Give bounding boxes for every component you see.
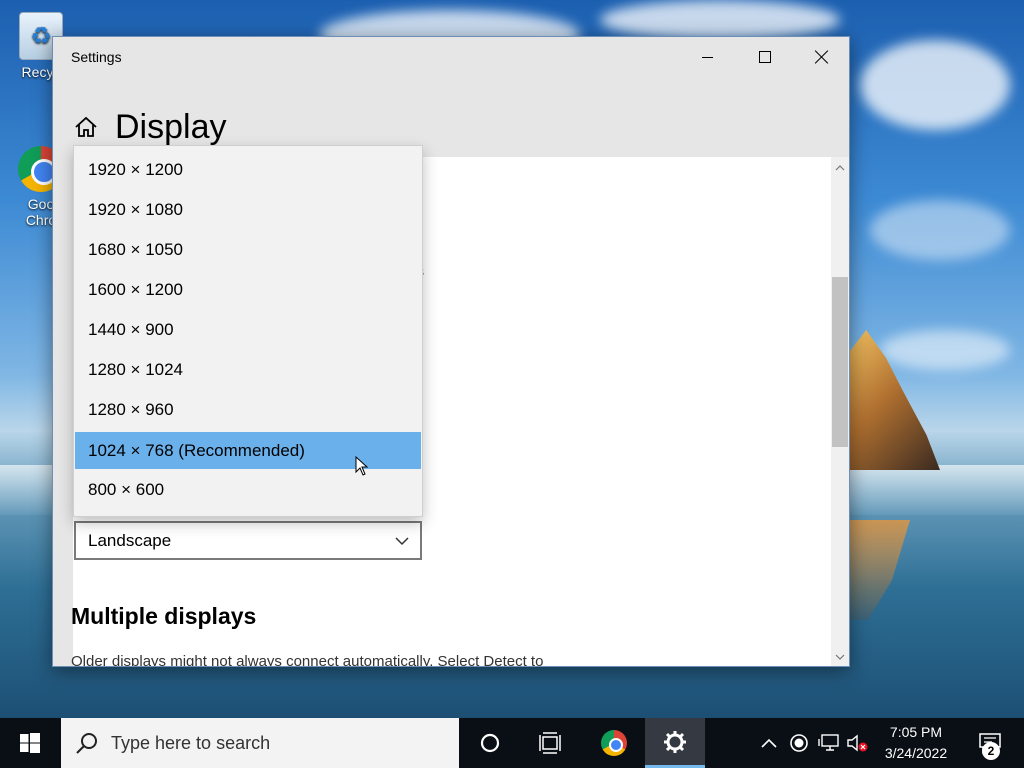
- network-button[interactable]: [818, 732, 840, 754]
- orientation-value: Landscape: [88, 530, 172, 550]
- show-hidden-icons-button[interactable]: [758, 732, 780, 754]
- notification-count-badge: 2: [982, 742, 1000, 760]
- tray-record-button[interactable]: [788, 732, 810, 754]
- chevron-up-icon: [761, 738, 777, 748]
- cloud: [600, 0, 840, 40]
- resolution-option[interactable]: 1440 × 900: [75, 311, 421, 348]
- scroll-down-button[interactable]: [831, 648, 849, 666]
- cloud: [870, 200, 1010, 260]
- network-icon: [818, 734, 839, 751]
- cortana-circle-icon: [480, 733, 500, 753]
- chevron-down-icon: [835, 654, 845, 660]
- mouse-cursor-icon: [355, 456, 369, 476]
- page-title: Display: [115, 107, 227, 146]
- window-title: Settings: [71, 49, 122, 65]
- chrome-icon: [601, 730, 627, 756]
- search-input[interactable]: [111, 732, 441, 754]
- task-view-button[interactable]: [520, 718, 580, 768]
- search-icon: [76, 733, 97, 754]
- gear-icon: [664, 730, 686, 753]
- multiple-displays-description: Older displays might not always connect …: [71, 653, 544, 667]
- chevron-up-icon: [835, 165, 845, 171]
- scrollbar-thumb[interactable]: [832, 277, 848, 447]
- windows-logo-icon: [20, 733, 40, 753]
- resolution-option[interactable]: 1280 × 960: [75, 391, 421, 428]
- display-orientation-dropdown[interactable]: Landscape: [74, 521, 422, 560]
- taskbar-clock[interactable]: 7:05 PM 3/24/2022: [872, 722, 960, 764]
- home-icon[interactable]: [73, 114, 99, 140]
- resolution-option[interactable]: 1920 × 1200: [75, 151, 421, 188]
- minimize-button[interactable]: [679, 37, 736, 77]
- page-header: Display: [73, 107, 226, 147]
- volume-button[interactable]: [846, 732, 868, 754]
- vertical-scrollbar[interactable]: [831, 157, 849, 666]
- minimize-icon: [702, 56, 713, 58]
- settings-window: Settings Display s Landscape Multiple di…: [52, 36, 850, 667]
- resolution-option[interactable]: 800 × 600: [75, 471, 421, 508]
- cloud: [860, 40, 1010, 130]
- scroll-up-button[interactable]: [831, 159, 849, 177]
- taskbar-settings-button[interactable]: [645, 718, 705, 768]
- maximize-icon: [758, 51, 771, 63]
- taskbar-chrome-button[interactable]: [584, 718, 644, 768]
- resolution-option[interactable]: 1680 × 1050: [75, 231, 421, 268]
- resolution-option[interactable]: 1920 × 1080: [75, 191, 421, 228]
- volume-muted-icon: [847, 734, 868, 752]
- resolution-option-selected[interactable]: 1024 × 768 (Recommended): [75, 432, 421, 469]
- resolution-option[interactable]: 1280 × 1024: [75, 351, 421, 388]
- clock-date: 3/24/2022: [884, 745, 948, 761]
- chevron-down-icon: [395, 537, 409, 546]
- record-icon: [790, 734, 808, 752]
- resolution-option[interactable]: 1600 × 1200: [75, 271, 421, 308]
- window-titlebar[interactable]: Settings: [53, 37, 849, 77]
- maximize-button[interactable]: [736, 37, 793, 77]
- taskbar: 7:05 PM 3/24/2022 2: [0, 718, 1024, 768]
- start-button[interactable]: [0, 718, 60, 768]
- sea-rock-reflection: [850, 520, 910, 620]
- clock-time: 7:05 PM: [889, 724, 943, 740]
- section-heading-multiple-displays: Multiple displays: [71, 603, 257, 629]
- cortana-button[interactable]: [460, 718, 520, 768]
- close-icon: [815, 50, 829, 64]
- display-resolution-list: 1920 × 1200 1920 × 1080 1680 × 1050 1600…: [73, 145, 423, 517]
- taskbar-search-box[interactable]: [61, 718, 459, 768]
- cloud: [880, 330, 1010, 370]
- task-view-icon: [539, 732, 561, 754]
- close-button[interactable]: [793, 37, 849, 77]
